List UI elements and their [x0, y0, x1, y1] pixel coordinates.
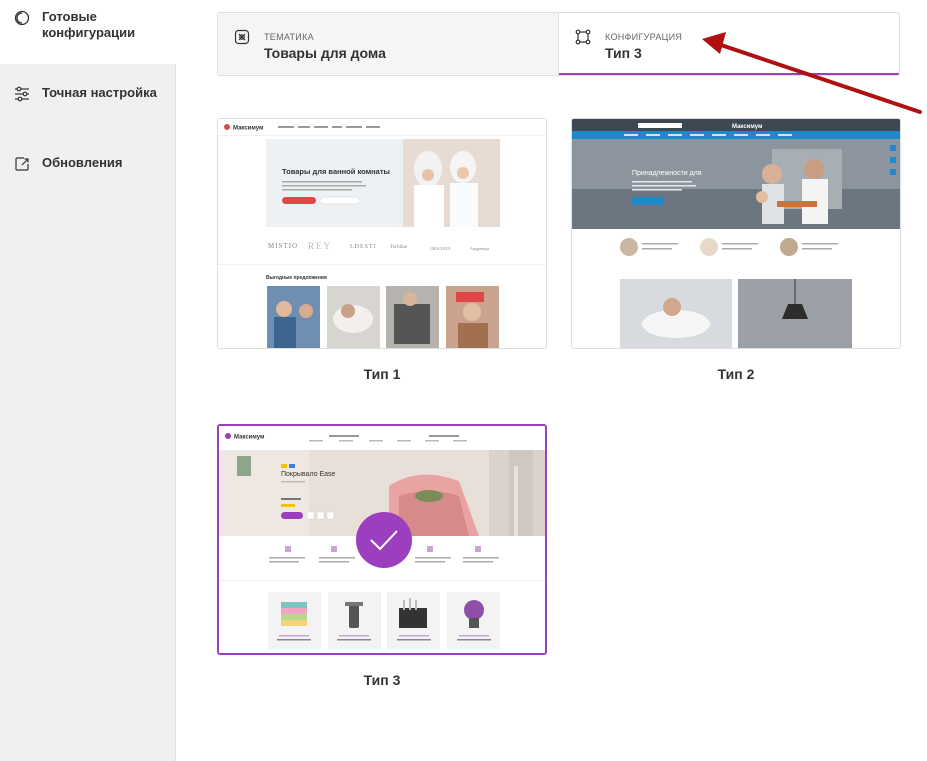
config-caption: Тип 3 [363, 672, 401, 688]
tab-configuration[interactable]: КОНФИГУРАЦИЯ Тип 3 [558, 13, 899, 75]
preview-product-title: Покрывало Ease [281, 471, 336, 478]
preview-section-title: Выгодные предложения [266, 275, 327, 281]
sidebar-item-label: Точная настройка [42, 85, 157, 100]
preview-brand: REY [308, 241, 332, 251]
config-icon [575, 29, 593, 47]
preview-logo: Максимум [234, 435, 265, 441]
settings-tabs: ТЕМАТИКА Товары для дома КОНФИГУРАЦИЯ Ти… [217, 12, 900, 76]
tab-kicker: КОНФИГУРАЦИЯ [605, 32, 683, 42]
preview-brand: Techline [390, 245, 408, 250]
preview-hero-title: Товары для ванной комнаты [282, 167, 390, 176]
config-caption: Тип 2 [717, 366, 755, 382]
tab-kicker: ТЕМАТИКА [264, 32, 314, 42]
tab-theme[interactable]: ТЕМАТИКА Товары для дома [218, 13, 558, 75]
selected-check-icon [356, 512, 412, 568]
preview-brand: MISTIO [268, 242, 298, 250]
tab-value: Тип 3 [605, 45, 642, 61]
config-card-type-3[interactable]: Максимум Покрывало Ease Тип 3 [217, 424, 547, 688]
config-preview: Максимум Покрывало Ease [217, 424, 547, 655]
update-icon [13, 155, 31, 173]
sidebar-item-updates[interactable]: Обновления [0, 146, 176, 173]
sliders-icon [13, 85, 31, 103]
sidebar-item-label: Готовые конфигурации [42, 9, 136, 40]
config-card-type-1[interactable]: Максимум Товары для ванной комнаты MISTI… [217, 118, 547, 382]
preview-logo: Максимум [233, 126, 264, 132]
sidebar-item-fine-tuning[interactable]: Точная настройка [0, 76, 176, 103]
sidebar: Готовые конфигурации Точная настройка Об… [0, 0, 177, 761]
tab-value: Товары для дома [264, 45, 386, 61]
theme-icon [234, 29, 252, 47]
sidebar-item-label: Обновления [42, 155, 123, 170]
preview-brand: LDESTI [350, 244, 377, 250]
ready-configs-icon [13, 9, 31, 27]
config-card-type-2[interactable]: Максимум Принадлежности для Тип 2 [571, 118, 901, 382]
preview-brand: Андромеда [470, 246, 489, 251]
config-preview: Максимум Товары для ванной комнаты MISTI… [217, 118, 547, 349]
preview-logo: Максимум [732, 124, 763, 130]
preview-hero-title: Принадлежности для [632, 170, 702, 177]
sidebar-item-ready-configs[interactable]: Готовые конфигурации [0, 0, 177, 64]
config-preview: Максимум Принадлежности для [571, 118, 901, 349]
preview-brand: GRACEFUL [430, 246, 452, 251]
config-caption: Тип 1 [363, 366, 401, 382]
